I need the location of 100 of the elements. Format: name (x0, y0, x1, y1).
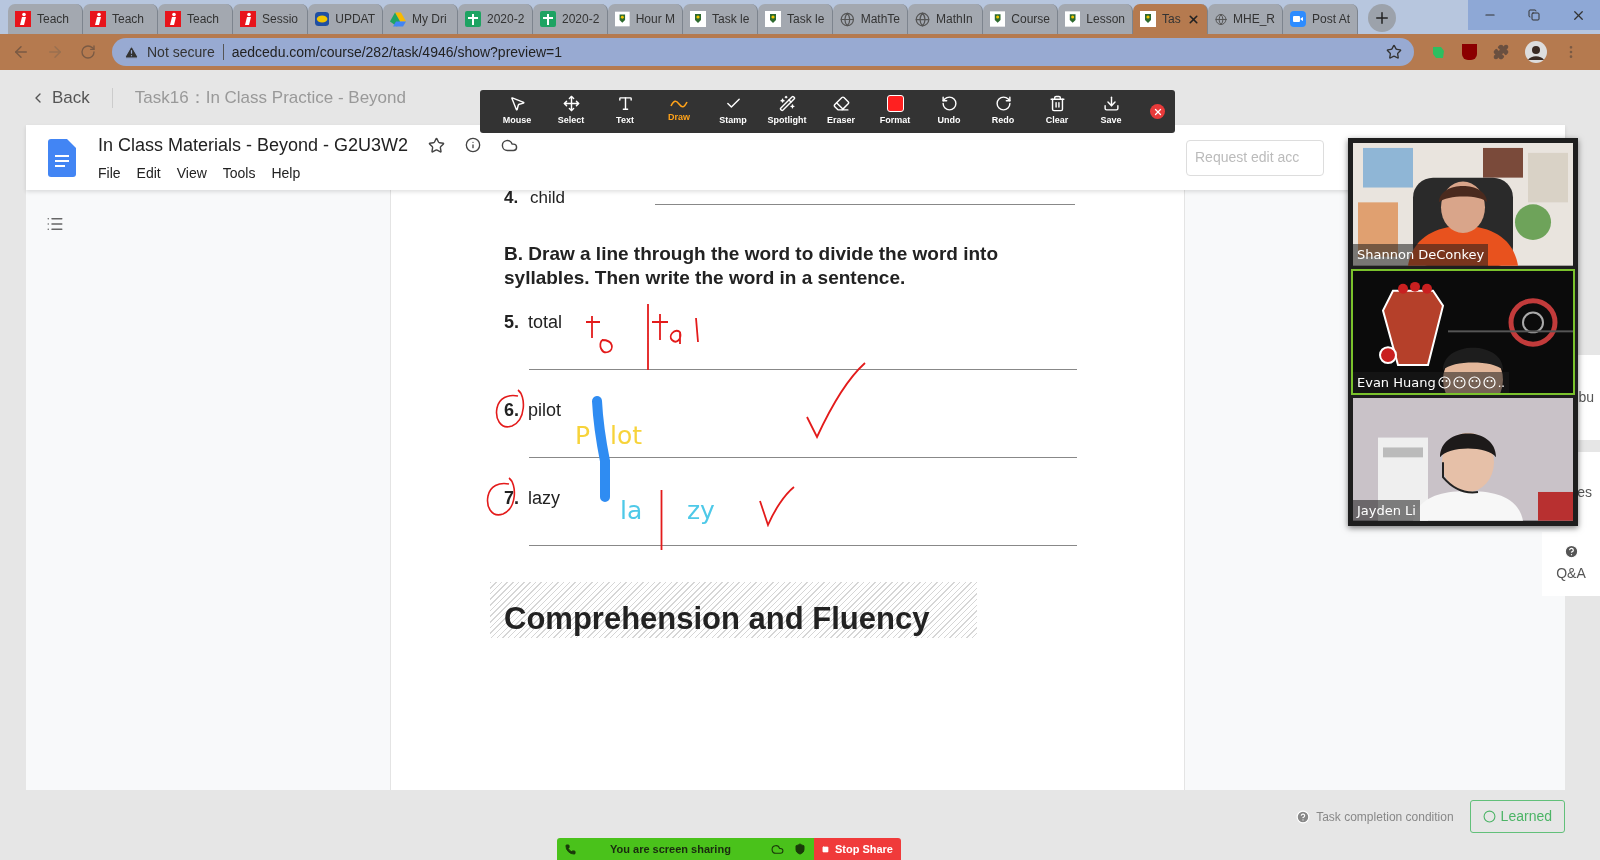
video-tile[interactable]: Shannon DeConkey (1351, 141, 1575, 268)
undo-icon (940, 95, 958, 113)
tab-title: Tas (1162, 11, 1181, 28)
toolbar-button[interactable]: Redo (976, 92, 1030, 131)
browser-tab[interactable]: Hour M (608, 4, 683, 34)
item-word: pilot (528, 398, 562, 422)
toolbar-button[interactable]: Clear (1030, 92, 1084, 131)
menu-item[interactable]: Tools (222, 162, 256, 184)
eraser-icon (832, 95, 850, 113)
save-icon (1102, 95, 1120, 113)
crest-icon (765, 11, 781, 27)
menu-item[interactable]: View (176, 162, 207, 184)
toolbar-button[interactable]: Save (1084, 92, 1138, 131)
menu-item[interactable]: File (98, 162, 121, 184)
item-number: 6. (504, 398, 520, 422)
close-icon[interactable] (1186, 12, 1200, 26)
puzzle-icon[interactable] (1493, 44, 1509, 60)
close-window-button[interactable] (1556, 0, 1600, 30)
browser-tab[interactable]: Tas (1133, 4, 1208, 34)
logo-icon (90, 11, 106, 27)
video-tile[interactable]: Evan Huang .. (1351, 268, 1575, 396)
toolbar-button[interactable]: Mouse (490, 92, 544, 131)
browser-tab[interactable]: Task le (758, 4, 833, 34)
toolbar-button[interactable]: Text (598, 92, 652, 131)
annotation-text: lot (610, 422, 643, 450)
browser-tab[interactable]: Teach (83, 4, 158, 34)
logo-icon (315, 11, 330, 27)
browser-tab[interactable]: My Dri (383, 4, 458, 34)
tab-title: Course (1011, 11, 1050, 28)
item-word: lazy (528, 486, 560, 510)
toolbar-button[interactable]: Undo (922, 92, 976, 131)
logo-icon (165, 11, 181, 27)
restore-icon (1528, 9, 1540, 21)
stop-icon (822, 844, 829, 854)
side-tab-label[interactable]: es (1577, 481, 1592, 503)
cloud-icon (771, 842, 784, 856)
shield-extension-icon[interactable] (1462, 44, 1477, 60)
squiggle-icon (670, 98, 688, 109)
toolbar-button[interactable]: Format (868, 92, 922, 131)
stop-share-button[interactable]: Stop Share (814, 838, 901, 860)
move-icon (562, 95, 580, 113)
toolbar-button[interactable]: Draw (652, 92, 706, 131)
toolbar-button[interactable]: Eraser (814, 92, 868, 131)
browser-tab[interactable]: MathTe (833, 4, 908, 34)
new-tab-button[interactable] (1368, 4, 1396, 32)
logo-icon (240, 11, 256, 27)
tab-title: Task le (712, 11, 750, 28)
bookmark-star-icon[interactable] (1386, 44, 1402, 60)
menu-item[interactable]: Help (271, 162, 301, 184)
toolbar-button[interactable]: Stamp (706, 92, 760, 131)
close-icon (1152, 106, 1163, 117)
wand-icon (778, 95, 796, 113)
toolbar-button[interactable]: Spotlight (760, 92, 814, 131)
menu-item[interactable]: Edit (136, 162, 161, 184)
crest-icon (615, 11, 630, 27)
tab-title: 2020-2 (487, 11, 525, 28)
browser-tab[interactable]: Lesson (1058, 4, 1133, 34)
drive-icon (390, 11, 406, 27)
item-word: child (530, 186, 565, 209)
info-icon[interactable] (465, 137, 482, 153)
avatar-icon[interactable] (1525, 41, 1547, 63)
sheet-icon (540, 11, 556, 27)
text-icon (616, 95, 634, 113)
browser-tab[interactable]: Sessio (233, 4, 308, 34)
item-number: 5. (504, 310, 520, 334)
outline-icon[interactable] (46, 215, 64, 233)
tab-title: My Dri (412, 11, 447, 28)
reload-icon[interactable] (80, 44, 96, 60)
back-link[interactable]: Back (30, 84, 90, 111)
crest-icon (690, 11, 706, 27)
browser-tab[interactable]: Course (983, 4, 1058, 34)
browser-tab[interactable]: Teach (158, 4, 233, 34)
address-bar[interactable]: Not secure aedcedu.com/course/282/task/4946/show?preview=1 (112, 38, 1414, 66)
emoji-icon (1482, 376, 1496, 390)
browser-tab[interactable]: UPDAT (308, 4, 383, 34)
close-button[interactable] (1150, 104, 1165, 119)
tab-title: Sessio (262, 11, 299, 28)
star-icon[interactable] (428, 136, 446, 154)
crest-icon (1140, 11, 1156, 27)
trash-icon (1048, 95, 1066, 113)
instructions: B. Draw a line through the word to divide the word into syllables. Then write the word in a sentence. (503, 242, 999, 290)
browser-tab[interactable]: 2020-2 (533, 4, 608, 34)
toolbar-button[interactable]: Select (544, 92, 598, 131)
browser-tab[interactable]: Teach (8, 4, 83, 34)
help-icon (1563, 544, 1579, 559)
tab-title: MHE_R (1233, 11, 1275, 28)
video-tile[interactable]: Jayden Li (1351, 396, 1575, 523)
tab-title: MathIn (936, 11, 973, 28)
browser-tab[interactable]: Task le (683, 4, 758, 34)
qa-button[interactable]: Q&A (1542, 532, 1600, 596)
crest-icon (1065, 11, 1081, 27)
browser-tab[interactable]: 2020-2 (458, 4, 533, 34)
tab-title: Hour M (635, 11, 675, 28)
redo-icon (994, 95, 1012, 113)
browser-tab[interactable]: MathIn (908, 4, 983, 34)
crest-icon (990, 11, 1006, 27)
back-icon[interactable] (12, 43, 30, 61)
browser-tab[interactable]: Post At (1283, 4, 1358, 34)
side-tab-label[interactable]: bu (1578, 387, 1594, 408)
browser-tab[interactable]: MHE_R (1208, 4, 1283, 34)
